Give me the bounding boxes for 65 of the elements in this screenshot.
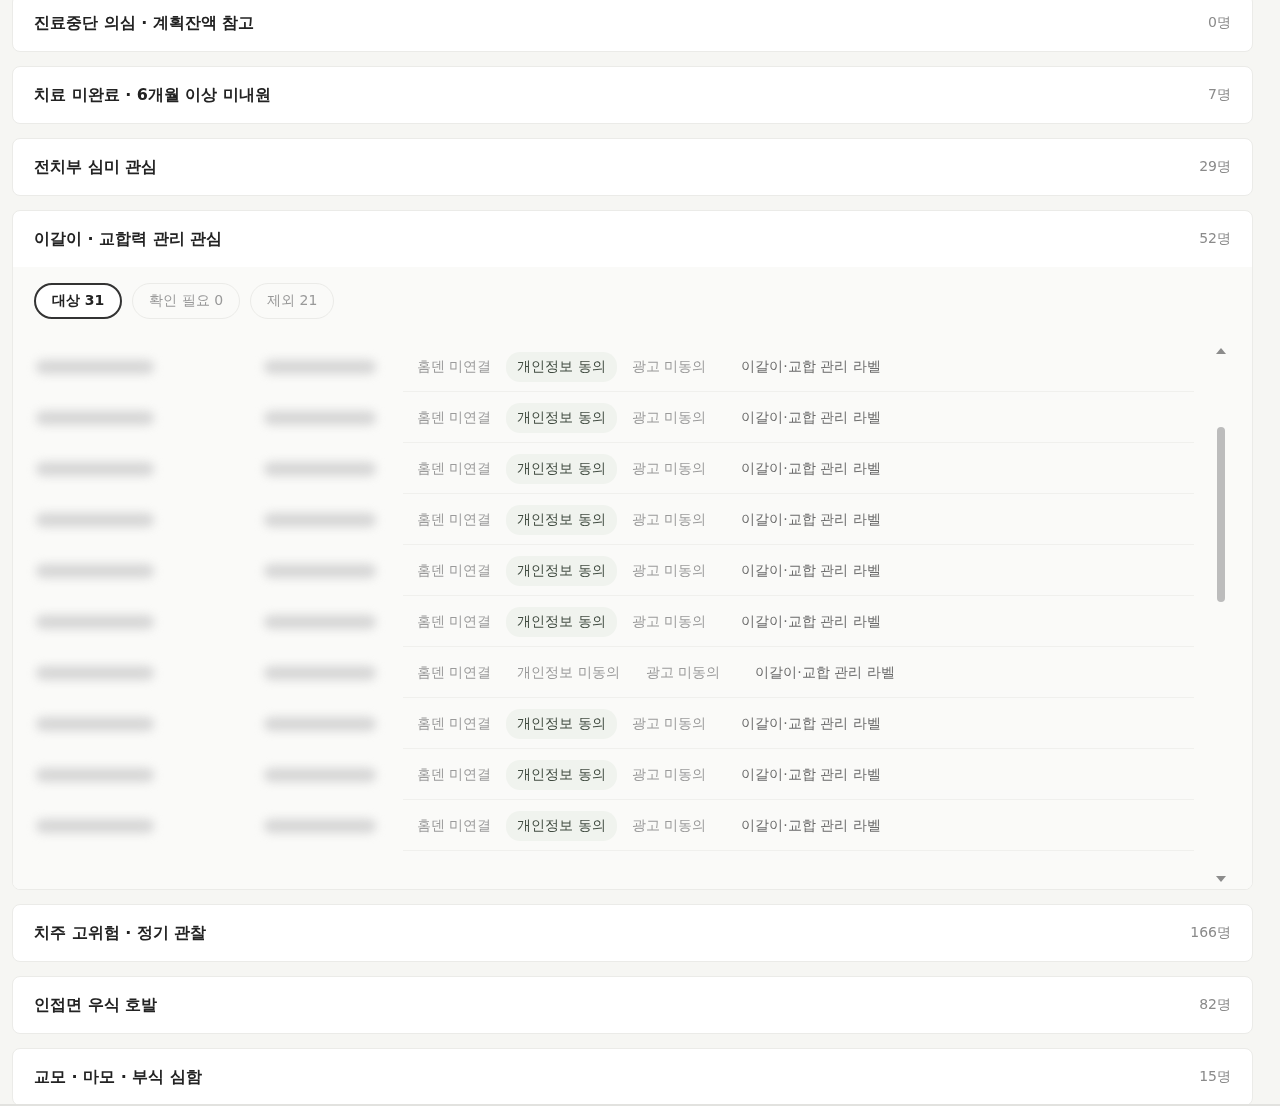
group-title: 치주 고위험 · 정기 관찰 (34, 922, 207, 944)
privacy-consent-tag: 개인정보 동의 (506, 555, 617, 586)
group-title: 인접면 우식 호발 (34, 994, 158, 1016)
group-count: 7명 (1208, 86, 1231, 104)
scrollbar-thumb[interactable] (1217, 427, 1225, 602)
ad-consent-status: 광고 미동의 (630, 357, 708, 376)
homeden-status: 홈덴 미연결 (416, 561, 493, 580)
group-count: 52명 (1199, 230, 1231, 248)
privacy-consent-tag: 개인정보 동의 (506, 351, 617, 382)
care-label: 이갈이·교합 관리 라벨 (740, 714, 882, 733)
group-header[interactable]: 치주 고위험 · 정기 관찰 166명 (13, 905, 1252, 961)
ad-consent-status: 광고 미동의 (644, 663, 722, 682)
care-label: 이갈이·교합 관리 라벨 (740, 561, 882, 580)
scroll-down-icon[interactable] (1215, 875, 1227, 883)
care-label: 이갈이·교합 관리 라벨 (740, 357, 882, 376)
ad-consent-status: 광고 미동의 (630, 816, 708, 835)
group-count: 15명 (1199, 1068, 1231, 1086)
group-title: 치료 미완료 · 6개월 이상 미내원 (34, 84, 272, 106)
ad-consent-status: 광고 미동의 (630, 612, 708, 631)
care-label: 이갈이·교합 관리 라벨 (740, 459, 882, 478)
homeden-status: 홈덴 미연결 (416, 408, 493, 427)
care-label: 이갈이·교합 관리 라벨 (740, 510, 882, 529)
group-header[interactable]: 진료중단 의심 · 계획잔액 참고 0명 (13, 0, 1252, 51)
privacy-consent-tag: 개인정보 동의 (506, 810, 617, 841)
homeden-status: 홈덴 미연결 (416, 663, 493, 682)
group-title: 전치부 심미 관심 (34, 156, 158, 178)
group-title: 교모 · 마모 · 부식 심함 (34, 1066, 202, 1088)
group-header[interactable]: 치료 미완료 · 6개월 이상 미내원 7명 (13, 67, 1252, 123)
care-label: 이갈이·교합 관리 라벨 (740, 408, 882, 427)
privacy-consent-tag: 개인정보 동의 (506, 504, 617, 535)
group-count: 0명 (1208, 14, 1231, 32)
privacy-consent-tag: 개인정보 미동의 (506, 657, 631, 688)
group-header[interactable]: 전치부 심미 관심 29명 (13, 139, 1252, 195)
ad-consent-status: 광고 미동의 (630, 561, 708, 580)
privacy-consent-tag: 개인정보 동의 (506, 402, 617, 433)
ad-consent-status: 광고 미동의 (630, 408, 708, 427)
homeden-status: 홈덴 미연결 (416, 510, 493, 529)
group-count: 82명 (1199, 996, 1231, 1014)
homeden-status: 홈덴 미연결 (416, 357, 493, 376)
care-label: 이갈이·교합 관리 라벨 (754, 663, 896, 682)
ad-consent-status: 광고 미동의 (630, 459, 708, 478)
care-label: 이갈이·교합 관리 라벨 (740, 816, 882, 835)
privacy-consent-tag: 개인정보 동의 (506, 453, 617, 484)
group-header[interactable]: 이갈이 · 교합력 관리 관심 52명 (13, 211, 1252, 267)
homeden-status: 홈덴 미연결 (416, 816, 493, 835)
care-label: 이갈이·교합 관리 라벨 (740, 765, 882, 784)
scroll-up-icon[interactable] (1215, 347, 1227, 355)
homeden-status: 홈덴 미연결 (416, 612, 493, 631)
group-count: 29명 (1199, 158, 1231, 176)
homeden-status: 홈덴 미연결 (416, 765, 493, 784)
privacy-consent-tag: 개인정보 동의 (506, 606, 617, 637)
ad-consent-status: 광고 미동의 (630, 510, 708, 529)
ad-consent-status: 광고 미동의 (630, 714, 708, 733)
group-title: 이갈이 · 교합력 관리 관심 (34, 228, 223, 250)
group-title: 진료중단 의심 · 계획잔액 참고 (34, 12, 255, 34)
privacy-consent-tag: 개인정보 동의 (506, 708, 617, 739)
ad-consent-status: 광고 미동의 (630, 765, 708, 784)
group-header[interactable]: 인접면 우식 호발 82명 (13, 977, 1252, 1033)
care-label: 이갈이·교합 관리 라벨 (740, 612, 882, 631)
privacy-consent-tag: 개인정보 동의 (506, 759, 617, 790)
group-count: 166명 (1190, 924, 1231, 942)
group-header[interactable]: 교모 · 마모 · 부식 심함 15명 (13, 1049, 1252, 1104)
homeden-status: 홈덴 미연결 (416, 714, 493, 733)
filter-tab[interactable]: 대상 31 (34, 283, 123, 319)
homeden-status: 홈덴 미연결 (416, 459, 493, 478)
